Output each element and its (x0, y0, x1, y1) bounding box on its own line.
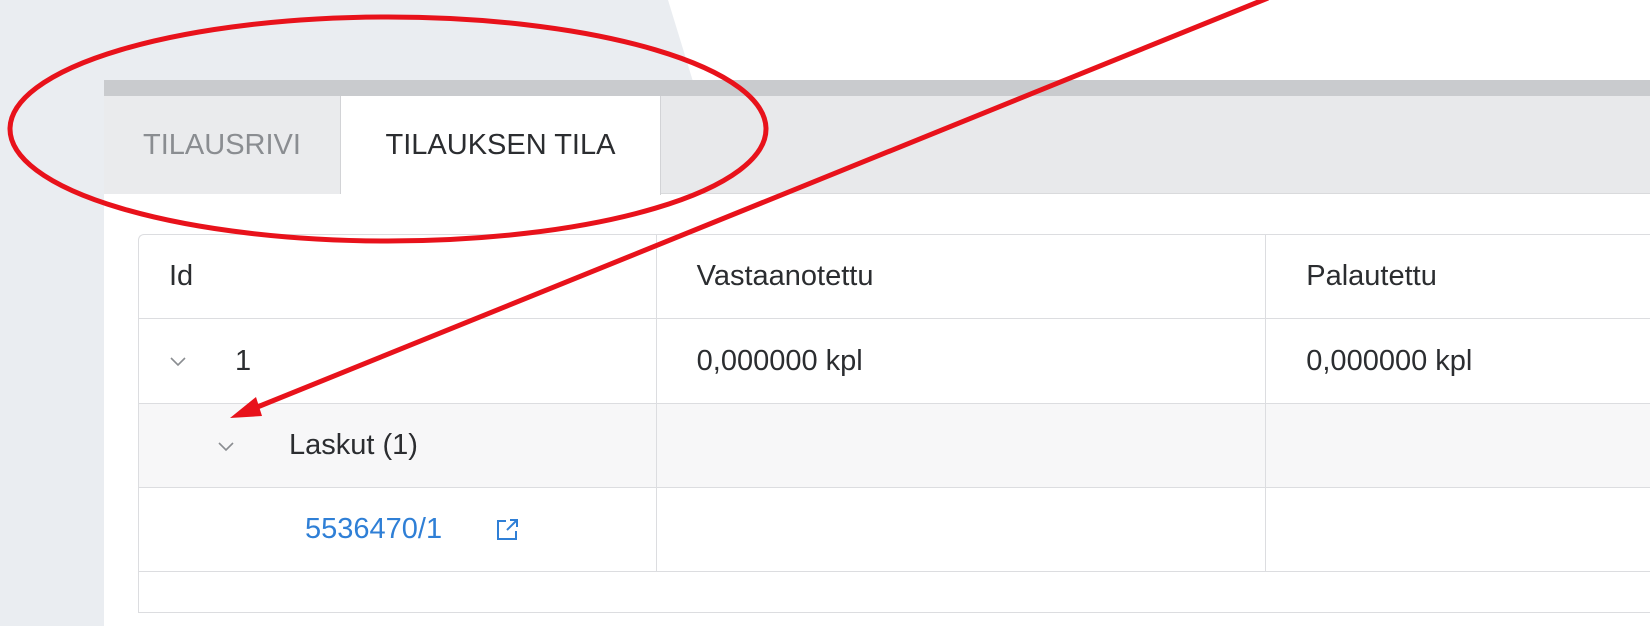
row-id: 1 (235, 344, 252, 377)
empty-cell (657, 488, 1267, 571)
tab-order-status[interactable]: TILAUKSEN TILA (341, 96, 661, 195)
column-header-id[interactable]: Id (139, 235, 657, 318)
invoice-link-cell: 5536470/1 (139, 488, 657, 571)
invoice-link[interactable]: 5536470/1 (305, 513, 442, 546)
received-cell: 0,000000 kpl (657, 319, 1267, 403)
chevron-down-icon[interactable] (217, 437, 235, 455)
column-header-received[interactable]: Vastaanotettu (657, 235, 1267, 318)
empty-cell (139, 572, 657, 612)
empty-cell (1266, 404, 1650, 487)
empty-cell (1266, 488, 1650, 571)
table-row: 1 0,000000 kpl 0,000000 kpl (139, 319, 1650, 404)
external-link-icon[interactable] (492, 515, 522, 545)
obscured-heading: ———— (1296, 58, 1460, 82)
tab-bar: TILAUSRIVI TILAUKSEN TILA (104, 96, 1650, 195)
row-id-cell: 1 (139, 319, 657, 403)
invoice-row: 5536470/1 (139, 488, 1650, 572)
returned-cell: 0,000000 kpl (1306, 344, 1473, 377)
invoices-group-cell: Laskut (1) (139, 404, 657, 487)
order-details-panel: TILAUSRIVI TILAUKSEN TILA Id Vastaanotet… (104, 80, 1650, 626)
invoices-group-row: Laskut (1) (139, 404, 1650, 488)
screenshot-stage: ———— TILAUSRIVI TILAUKSEN TILA Id Vastaa… (0, 0, 1650, 626)
table-row-partial (139, 572, 1650, 612)
empty-cell (657, 404, 1267, 487)
tab-order-row[interactable]: TILAUSRIVI (104, 96, 341, 194)
invoices-group-label: Laskut (1) (289, 429, 418, 461)
column-header-returned[interactable]: Palautettu (1266, 235, 1650, 318)
chevron-down-icon[interactable] (169, 352, 187, 370)
order-status-table: Id Vastaanotettu Palautettu 1 0,000000 k… (138, 234, 1650, 613)
table-header-row: Id Vastaanotettu Palautettu (139, 235, 1650, 319)
